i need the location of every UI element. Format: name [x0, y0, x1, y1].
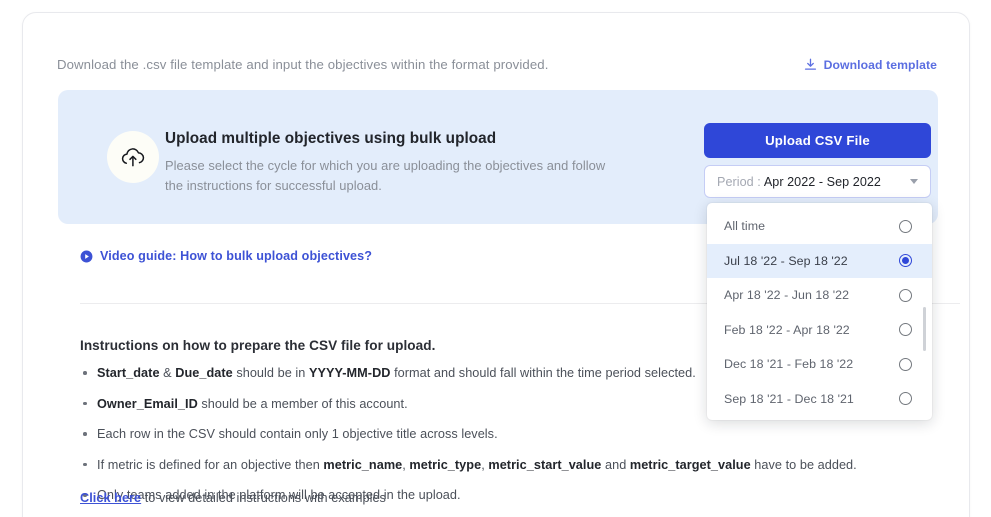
- video-guide-label: Video guide: How to bulk upload objectiv…: [100, 249, 373, 263]
- period-option-label: Dec 18 '21 - Feb 18 '22: [724, 357, 854, 372]
- period-option-label: Jul 18 '22 - Sep 18 '22: [724, 253, 848, 268]
- radio-button[interactable]: [899, 219, 912, 233]
- banner-subtitle: Please select the cycle for which you ar…: [165, 158, 606, 193]
- radio-button[interactable]: [899, 323, 912, 337]
- download-icon: [804, 58, 817, 72]
- period-option-label: All time: [724, 219, 766, 234]
- instruction-item: If metric is defined for an objective th…: [80, 457, 950, 473]
- dropdown-scrollbar-track[interactable]: [923, 209, 929, 414]
- radio-button[interactable]: [899, 357, 912, 371]
- period-option[interactable]: Feb 18 '22 - Apr 18 '22: [707, 313, 932, 348]
- period-option-list: All time Jul 18 '22 - Sep 18 '22 Apr 18 '2…: [707, 209, 932, 416]
- detailed-instructions-row: Click here to view detailed instructions…: [80, 491, 386, 505]
- download-template-label: Download template: [823, 58, 937, 72]
- period-selected-value: Apr 2022 - Sep 2022: [763, 174, 881, 189]
- click-here-link[interactable]: Click here: [80, 491, 141, 505]
- intro-text: Download the .csv file template and inpu…: [57, 57, 549, 72]
- header-row: Download the .csv file template and inpu…: [57, 57, 937, 79]
- radio-button[interactable]: [899, 254, 912, 268]
- radio-button[interactable]: [899, 392, 912, 406]
- play-circle-icon: [80, 250, 93, 263]
- download-template-link[interactable]: Download template: [804, 58, 937, 72]
- period-option-label: Apr 18 '22 - Jun 18 '22: [724, 288, 850, 303]
- banner-title: Upload multiple objectives using bulk up…: [165, 130, 497, 147]
- period-option-label: Sep 18 '21 - Dec 18 '21: [724, 391, 854, 406]
- bulk-upload-card: Download the .csv file template and inpu…: [22, 12, 970, 517]
- instruction-item: Each row in the CSV should contain only …: [80, 426, 950, 442]
- period-dropdown-panel[interactable]: All time Jul 18 '22 - Sep 18 '22 Apr 18 '2…: [707, 203, 932, 420]
- video-guide-link[interactable]: Video guide: How to bulk upload objectiv…: [80, 249, 372, 263]
- period-option[interactable]: Dec 18 '21 - Feb 18 '22: [707, 347, 932, 382]
- period-prefix-label: Period :: [717, 174, 761, 189]
- period-select[interactable]: Period : Apr 2022 - Sep 2022: [704, 165, 931, 198]
- period-option[interactable]: Jul 18 '22 - Sep 18 '22: [707, 243, 932, 278]
- period-option[interactable]: Sep 18 '21 - Dec 18 '21: [707, 382, 932, 417]
- period-option[interactable]: All time: [707, 209, 932, 244]
- radio-button[interactable]: [899, 288, 912, 302]
- upload-csv-button[interactable]: Upload CSV File: [704, 123, 931, 158]
- period-option-label: Feb 18 '22 - Apr 18 '22: [724, 322, 850, 337]
- cloud-upload-icon: [107, 131, 159, 183]
- detailed-instructions-text: to view detailed instructions with examp…: [141, 491, 386, 505]
- dropdown-scrollbar-thumb[interactable]: [923, 307, 926, 351]
- period-option[interactable]: Apr 18 '22 - Jun 18 '22: [707, 278, 932, 313]
- chevron-down-icon: [910, 179, 918, 184]
- page-root: Download the .csv file template and inpu…: [0, 0, 991, 517]
- instructions-heading: Instructions on how to prepare the CSV f…: [80, 338, 436, 353]
